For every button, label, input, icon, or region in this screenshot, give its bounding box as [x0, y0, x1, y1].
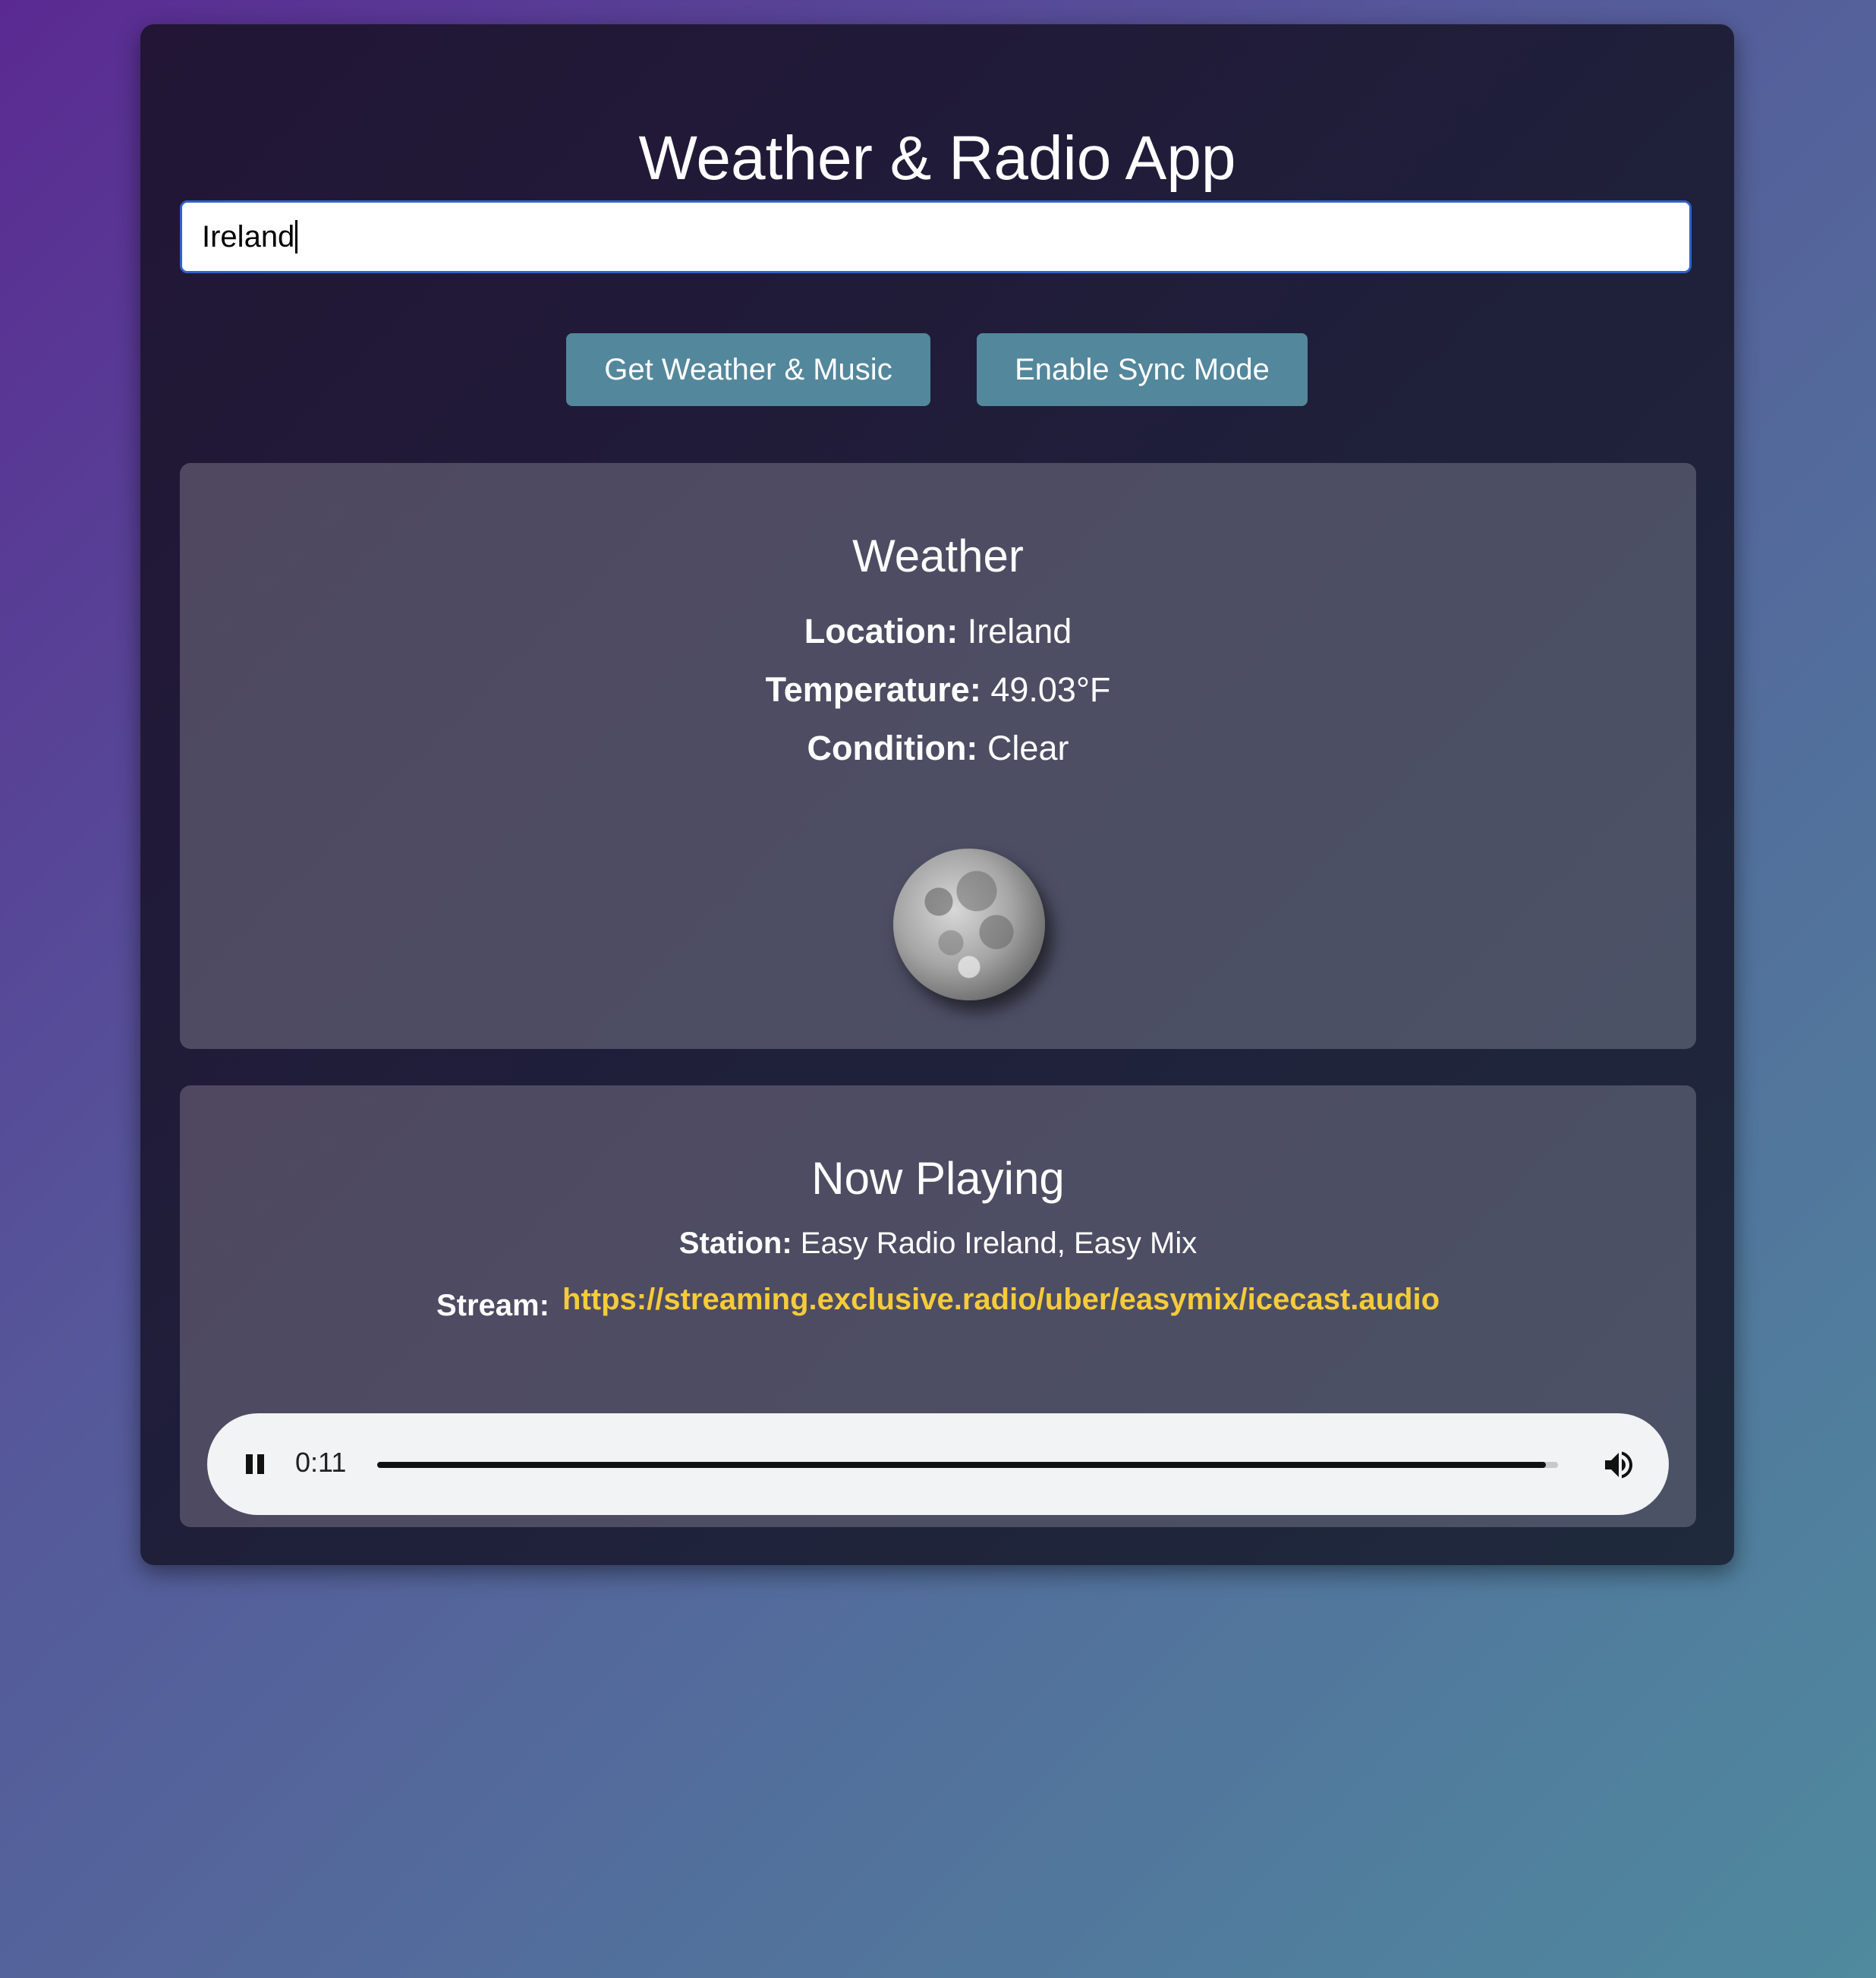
- stream-link[interactable]: https://streaming.exclusive.radio/uber/e…: [562, 1283, 1440, 1316]
- weather-panel: Weather Location: Ireland Temperature: 4…: [180, 463, 1696, 1049]
- condition-value: Clear: [987, 729, 1069, 767]
- progress-fill: [377, 1462, 1547, 1468]
- stream-info: Stream: https://streaming.exclusive.radi…: [180, 1283, 1696, 1323]
- pause-bar-right: [257, 1454, 264, 1474]
- pause-button[interactable]: [242, 1451, 268, 1477]
- weather-location: Location: Ireland: [180, 612, 1696, 651]
- audio-player: 0:11: [207, 1413, 1669, 1515]
- text-caret: [295, 220, 298, 254]
- condition-label: Condition:: [807, 729, 978, 767]
- page-title: Weather & Radio App: [638, 124, 1236, 193]
- temperature-label: Temperature:: [765, 670, 981, 709]
- weather-condition: Condition: Clear: [180, 729, 1696, 768]
- weather-heading: Weather: [852, 531, 1024, 581]
- now-playing-panel: Now Playing Station: Easy Radio Ireland,…: [180, 1085, 1696, 1527]
- progress-slider[interactable]: [377, 1462, 1558, 1468]
- station-label: Station:: [678, 1227, 792, 1260]
- location-label: Location:: [804, 612, 958, 650]
- city-search-input[interactable]: Ireland: [180, 200, 1692, 273]
- volume-icon-svg: [1605, 1451, 1632, 1479]
- stream-label: Stream:: [436, 1289, 549, 1322]
- pause-bar-left: [246, 1454, 253, 1474]
- enable-sync-mode-button[interactable]: Enable Sync Mode: [977, 333, 1308, 406]
- now-playing-heading: Now Playing: [811, 1153, 1065, 1204]
- station-value: Easy Radio Ireland, Easy Mix: [800, 1227, 1198, 1260]
- location-value: Ireland: [967, 612, 1072, 650]
- get-weather-music-button[interactable]: Get Weather & Music: [566, 333, 930, 406]
- volume-icon[interactable]: [1601, 1447, 1637, 1483]
- weather-temperature: Temperature: 49.03°F: [180, 670, 1696, 710]
- app-card: Weather & Radio App Ireland Get Weather …: [140, 24, 1734, 1565]
- moon-icon: [893, 849, 1045, 1000]
- city-search-value: Ireland: [202, 219, 295, 254]
- station-info: Station: Easy Radio Ireland, Easy Mix: [180, 1227, 1696, 1261]
- current-time: 0:11: [295, 1447, 347, 1478]
- temperature-value: 49.03°F: [990, 670, 1111, 709]
